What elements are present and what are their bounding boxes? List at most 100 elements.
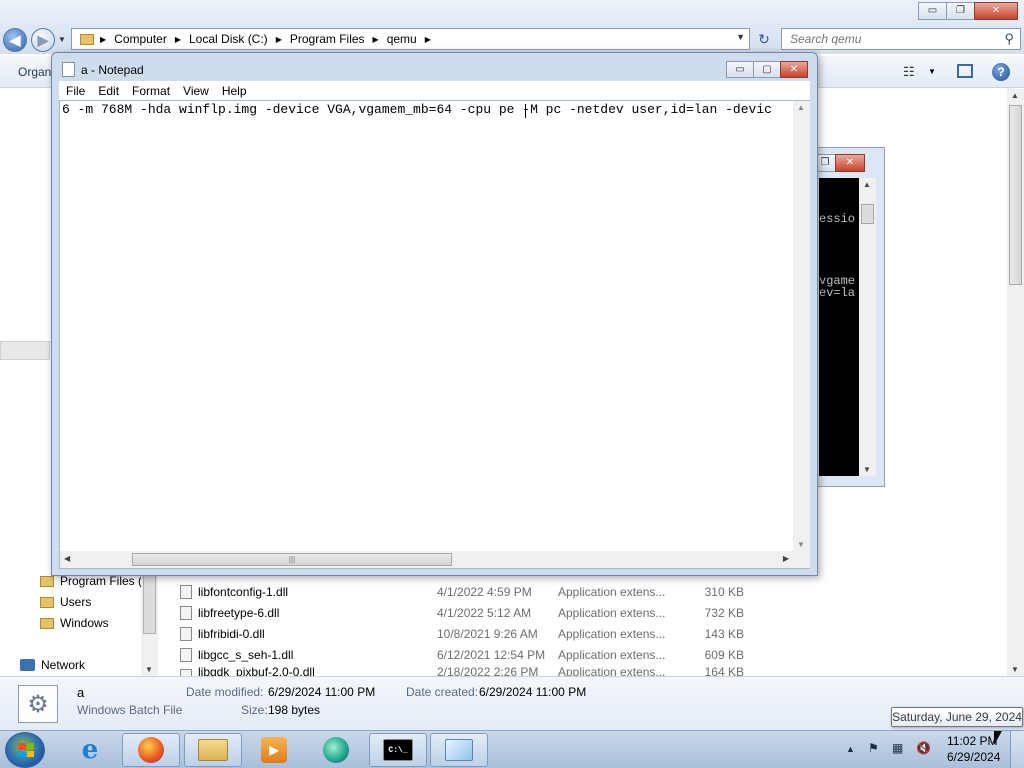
notepad-title-bar[interactable]: a - Notepad ▭ ▢ ✕	[52, 53, 817, 83]
network-status-icon[interactable]: ▦	[892, 741, 903, 755]
nav-item-program-files[interactable]: Program Files (	[40, 574, 142, 588]
breadcrumb-computer[interactable]: ▶ Computer	[100, 32, 167, 46]
nav-scroll-thumb[interactable]	[143, 574, 156, 634]
explorer-minimize-button[interactable]: ▭	[918, 2, 947, 20]
explorer-title-bar[interactable]: ▭ ❐ ✕	[0, 0, 1024, 26]
file-date: 6/12/2021 12:54 PM	[437, 647, 546, 662]
preview-pane-icon[interactable]	[957, 64, 973, 78]
scroll-up-arrow-icon[interactable]: ▲	[1011, 91, 1019, 100]
show-hidden-icons-icon[interactable]: ▲	[846, 744, 855, 754]
views-dropdown-icon[interactable]: ▼	[928, 67, 936, 76]
console-output[interactable]: essio vgame ev=la	[819, 178, 859, 476]
nav-item-windows[interactable]: Windows	[40, 616, 109, 630]
scroll-down-arrow-icon[interactable]: ▼	[1011, 665, 1019, 674]
taskbar-qemu[interactable]	[307, 733, 365, 767]
taskbar-internet-explorer[interactable]: e	[61, 733, 119, 767]
show-desktop-button[interactable]	[1010, 731, 1024, 768]
refresh-button[interactable]: ↻	[752, 28, 776, 50]
notepad-icon[interactable]	[62, 62, 75, 77]
taskbar-notepad[interactable]	[430, 733, 488, 767]
file-row[interactable]: libgcc_s_seh-1.dll 6/12/2021 12:54 PM Ap…	[160, 644, 1008, 665]
details-file-type: Windows Batch File	[77, 703, 183, 717]
console-line: ev=la	[819, 286, 856, 300]
address-bar[interactable]: ▶ Computer ▶ Local Disk (C:) ▶ Program File…	[71, 28, 750, 50]
search-input[interactable]	[782, 29, 992, 49]
explorer-restore-button[interactable]: ❐	[946, 2, 975, 20]
menu-file[interactable]: File	[66, 84, 85, 98]
file-list-scrollbar[interactable]: ▲ ▼	[1007, 89, 1024, 676]
notepad-close-button[interactable]: ✕	[780, 61, 808, 78]
console-scroll-thumb[interactable]	[861, 204, 874, 224]
notepad-horizontal-scrollbar[interactable]: ◀ ||| ▶	[60, 551, 793, 568]
help-icon[interactable]: ?	[992, 63, 1010, 81]
notepad-hscroll-thumb[interactable]: |||	[132, 553, 452, 566]
breadcrumb-separator-icon[interactable]: ▶	[425, 35, 431, 44]
notepad-vertical-scrollbar[interactable]: ▲ ▼	[793, 101, 810, 551]
file-row[interactable]: libfribidi-0.dll 10/8/2021 9:26 AM Appli…	[160, 623, 1008, 644]
menu-edit[interactable]: Edit	[98, 84, 119, 98]
network-icon	[20, 659, 35, 671]
nav-item-users[interactable]: Users	[40, 595, 91, 609]
nav-item-network[interactable]: Network	[20, 658, 85, 672]
file-row[interactable]: libfontconfig-1.dll 4/1/2022 4:59 PM App…	[160, 581, 1008, 602]
menu-help[interactable]: Help	[222, 84, 247, 98]
console-scrollbar[interactable]: ▲ ▼	[859, 178, 876, 476]
volume-muted-icon[interactable]: 🔇	[916, 741, 931, 755]
breadcrumb-separator-icon: ▶	[100, 34, 107, 44]
notepad-text-area[interactable]	[62, 102, 793, 552]
file-list-scroll-thumb[interactable]	[1009, 105, 1022, 285]
nav-item-label: Users	[60, 595, 92, 609]
notepad-minimize-button[interactable]: ▭	[726, 61, 754, 78]
clock-date[interactable]: 6/29/2024	[947, 750, 1000, 764]
change-view-icon[interactable]: ☷	[903, 64, 915, 80]
file-name: libgcc_s_seh-1.dll	[198, 647, 294, 662]
dll-file-icon	[180, 669, 192, 676]
search-icon[interactable]: ⚲	[1004, 31, 1014, 47]
taskbar-firefox[interactable]	[122, 733, 180, 767]
folder-icon	[198, 739, 228, 761]
taskbar-media-player[interactable]: ▶	[245, 733, 303, 767]
nav-pane-splitter[interactable]	[0, 341, 50, 360]
nav-pane-scrollbar[interactable]: ▼	[141, 574, 158, 676]
breadcrumb-program-files[interactable]: ▶ Program Files	[276, 32, 365, 46]
file-date: 4/1/2022 4:59 PM	[437, 584, 532, 599]
file-row[interactable]: libgdk_pixbuf-2.0-0.dll 2/18/2022 2:26 P…	[160, 665, 1008, 676]
breadcrumb-qemu[interactable]: ▶ qemu ▶	[373, 32, 439, 46]
explorer-close-button[interactable]: ✕	[974, 2, 1018, 20]
scroll-right-arrow-icon[interactable]: ▶	[783, 554, 789, 563]
console-window[interactable]: ❐ ✕ essio vgame ev=la ▲ ▼	[810, 147, 885, 487]
recent-pages-dropdown-icon[interactable]: ▼	[58, 35, 66, 44]
address-history-dropdown-icon[interactable]: ▼	[736, 32, 745, 42]
scroll-left-arrow-icon[interactable]: ◀	[64, 554, 70, 563]
file-row[interactable]: libfreetype-6.dll 4/1/2022 5:12 AM Appli…	[160, 602, 1008, 623]
forward-button[interactable]: ▶	[31, 28, 55, 52]
nav-item-label: Program Files (	[60, 574, 143, 588]
taskbar-command-prompt[interactable]: C:\_	[369, 733, 427, 767]
dll-file-icon	[180, 648, 192, 662]
size-grip[interactable]	[793, 551, 810, 568]
scroll-down-arrow-icon[interactable]: ▼	[145, 665, 153, 674]
action-center-flag-icon[interactable]: ⚑	[868, 741, 879, 755]
file-name: libgdk_pixbuf-2.0-0.dll	[198, 665, 315, 676]
scroll-down-arrow-icon[interactable]: ▼	[863, 465, 871, 474]
search-box[interactable]: ⚲	[781, 28, 1021, 50]
console-caption-buttons: ❐ ✕	[814, 154, 865, 172]
breadcrumb-local-disk[interactable]: ▶ Local Disk (C:)	[175, 32, 268, 46]
scroll-down-arrow-icon[interactable]: ▼	[797, 540, 805, 549]
menu-view[interactable]: View	[183, 84, 209, 98]
back-button[interactable]: ◀	[3, 28, 27, 52]
start-button[interactable]	[5, 732, 45, 768]
breadcrumb-separator-icon: ▶	[174, 34, 181, 44]
menu-format[interactable]: Format	[132, 84, 170, 98]
scroll-up-arrow-icon[interactable]: ▲	[797, 103, 805, 112]
scroll-up-arrow-icon[interactable]: ▲	[863, 180, 871, 189]
console-close-button[interactable]: ✕	[835, 154, 865, 172]
date-created-value: 6/29/2024 11:00 PM	[479, 685, 587, 699]
file-date: 2/18/2022 2:26 PM	[437, 665, 539, 676]
clock-time[interactable]: 11:02 PM	[947, 734, 997, 748]
date-tooltip: Saturday, June 29, 2024	[891, 707, 1023, 727]
notepad-window: a - Notepad ▭ ▢ ✕ File Edit Format View …	[51, 52, 818, 576]
organize-button[interactable]: Organ	[18, 65, 51, 79]
notepad-maximize-button[interactable]: ▢	[753, 61, 781, 78]
taskbar-windows-explorer[interactable]	[184, 733, 242, 767]
